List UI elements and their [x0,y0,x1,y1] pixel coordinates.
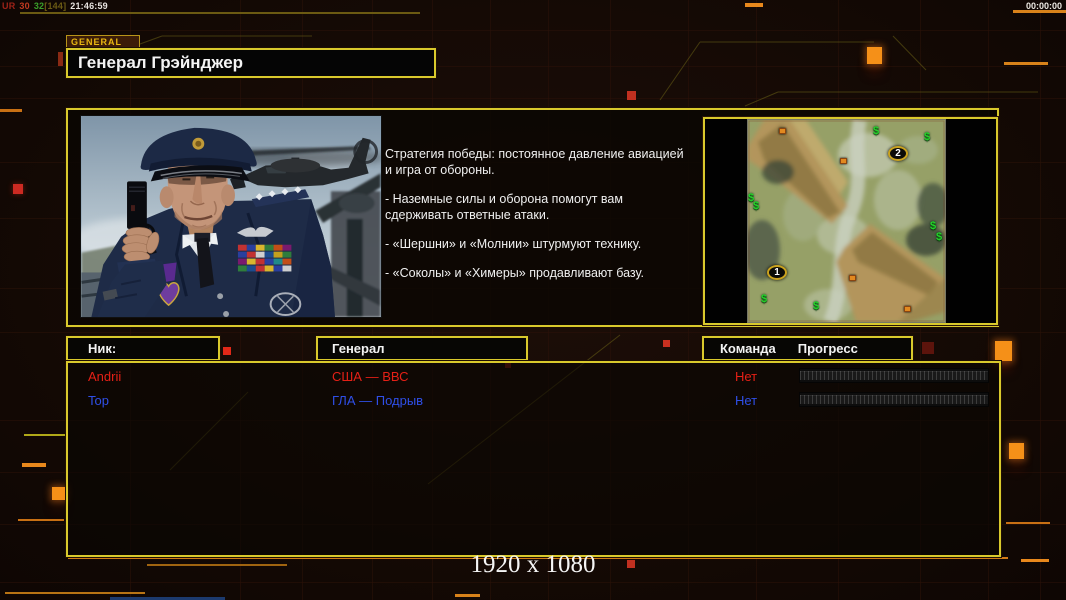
debug-segment: 30 [19,1,29,11]
money-icon: $ [936,232,942,242]
column-header-general: Генерал [316,336,528,361]
grid-line [0,98,1066,99]
column-label: Генерал [332,341,384,356]
column-header-nick: Ник: [66,336,220,361]
player-name[interactable]: Top [88,393,109,408]
supply-dot-icon [779,128,786,134]
circuit-line [22,463,46,467]
player-general-select[interactable]: ГЛА — Подрыв [332,393,423,408]
player-team-select[interactable]: Нет [735,393,757,408]
marker-label: 2 [895,148,901,159]
accent-square [995,341,1012,361]
player-team-select[interactable]: Нет [735,369,757,384]
supply-dot-icon [849,275,856,281]
grid-line [1040,0,1041,600]
briefing-text: Стратегия победы: постоянное давление ав… [385,146,710,294]
match-timer: 00:00:00 [1026,1,1062,11]
accent-square [1009,443,1024,459]
money-icon: $ [873,126,879,136]
money-icon: $ [813,301,819,311]
money-icon: $ [753,201,759,211]
player-list-panel: Andrii США — ВВС Нет Top ГЛА — Подрыв Не… [66,361,1001,557]
accent-square [867,47,882,64]
circuit-line [18,519,64,521]
briefing-paragraph: - «Шершни» и «Молнии» штурмуют технику. [385,236,710,252]
column-label: Ник: [88,341,116,356]
general-title-text: Генерал Грэйнджер [78,53,243,73]
grid-line [0,30,1066,31]
circuit-line [745,3,763,7]
column-header-team-progress: Команда Прогресс [702,336,913,361]
circuit-tick [58,52,63,66]
money-icon: $ [761,294,767,304]
column-label: Команда [720,341,776,356]
minimap-preview[interactable]: 1 2 $ $ $ $ $ $ $ $ [703,117,998,325]
briefing-paragraph: - «Соколы» и «Химеры» продавливают базу. [385,265,710,281]
player-general-select[interactable]: США — ВВС [332,369,409,384]
circuit-line [1004,62,1048,65]
accent-square [922,342,934,354]
column-label: Прогресс [798,341,858,356]
tab-general: GENERAL [66,35,140,48]
circuit-line [24,434,66,436]
resolution-label: 1920 x 1080 [0,551,1066,579]
money-icon: $ [930,221,936,231]
circuit-line [0,109,22,112]
debug-readout: UR 30 32[144] 21:46:59 [2,1,112,11]
grid-line [0,582,1066,583]
accent-square [223,347,231,355]
player-name[interactable]: Andrii [88,369,121,384]
start-position-marker: 2 [888,146,908,161]
general-info-panel: Стратегия победы: постоянное давление ав… [66,108,999,327]
debug-segment: UR [2,1,15,11]
accent-square [13,184,23,194]
accent-square [627,91,636,100]
accent-square [52,487,65,500]
general-portrait [80,115,382,318]
accent-square [663,340,670,347]
circuit-line [1006,522,1050,524]
screen: UR 30 32[144] 21:46:59 00:00:00 GENERAL Ген… [0,0,1066,600]
money-icon: $ [924,132,930,142]
general-title: Генерал Грэйнджер [66,48,436,78]
circuit-line [20,12,420,14]
briefing-paragraph: Стратегия победы: постоянное давление ав… [385,146,710,178]
progress-bar [800,369,988,382]
supply-dot-icon [904,306,911,312]
start-position-marker: 1 [767,265,787,280]
supply-dot-icon [840,158,847,164]
progress-bar [800,393,988,406]
debug-segment: 21:46:59 [70,1,108,11]
minimap-terrain: 1 2 $ $ $ $ $ $ $ $ [748,120,945,322]
debug-segment: [144] [44,1,66,11]
player-row[interactable]: Andrii США — ВВС Нет [68,367,999,387]
circuit-line [5,592,145,594]
briefing-paragraph: - Наземные силы и оборона помогут вам сд… [385,191,710,223]
circuit-line [455,594,480,597]
grid-line [0,332,1066,333]
debug-segment: 32 [34,1,44,11]
player-row[interactable]: Top ГЛА — Подрыв Нет [68,391,999,411]
marker-label: 1 [774,267,780,278]
